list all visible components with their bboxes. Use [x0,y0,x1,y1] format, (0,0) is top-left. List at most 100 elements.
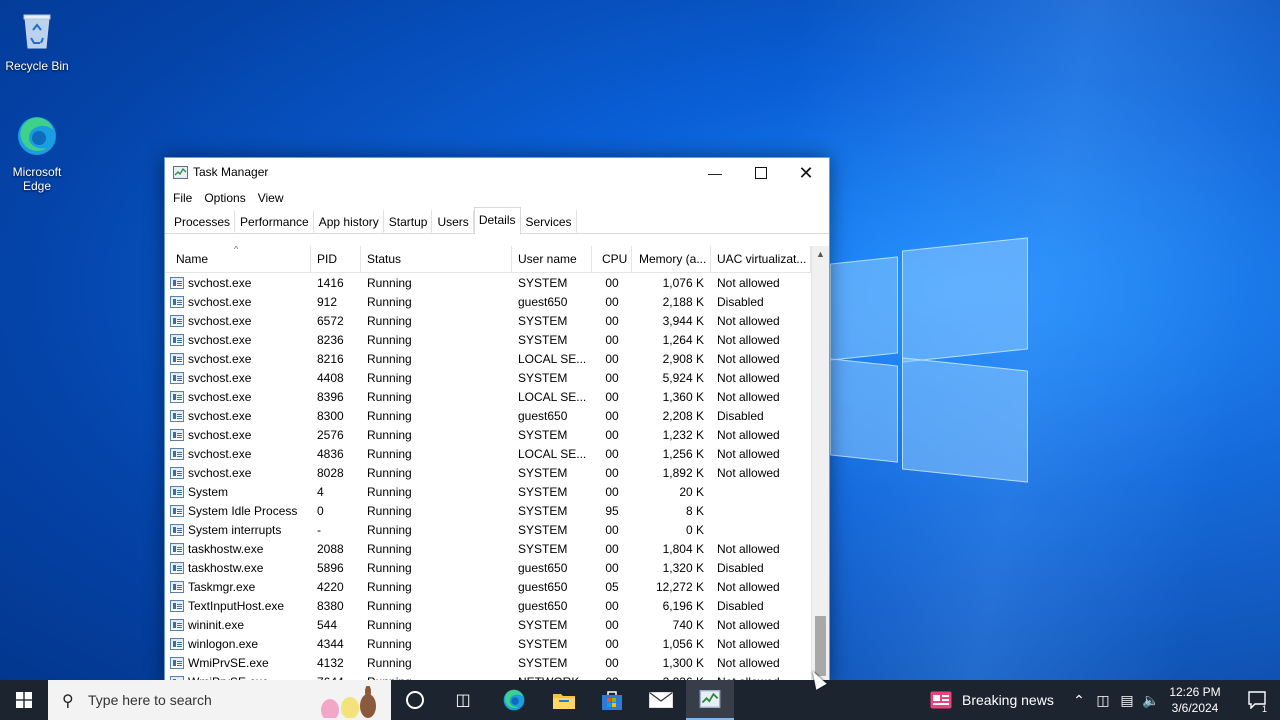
close-button[interactable]: ✕ [783,158,829,188]
scrollbar-thumb[interactable] [815,616,826,676]
table-row[interactable]: svchost.exe 8300 Running guest650 00 2,208 K D… [165,406,811,425]
table-row[interactable]: svchost.exe 6572 Running SYSTEM 00 3,944 K Not… [165,311,811,330]
process-memory: 1,300 K [662,655,704,670]
table-row[interactable]: svchost.exe 8028 Running SYSTEM 00 1,892 K Not… [165,463,811,482]
process-name: svchost.exe [165,295,311,309]
column-header-pid[interactable]: PID [311,246,361,272]
column-header-user-name[interactable]: User name [512,246,592,272]
process-uac: Not allowed [717,617,780,632]
table-row[interactable]: System interrupts - Running SYSTEM 00 0 K [165,520,811,539]
taskbar-task-manager-button[interactable] [686,680,734,720]
process-uac: Not allowed [717,446,780,461]
process-icon [170,485,184,498]
desktop-icon-recycle-bin[interactable]: Recycle Bin [0,8,74,73]
process-status: Running [367,408,412,423]
column-header-status[interactable]: Status [361,246,512,272]
process-user: SYSTEM [518,313,568,328]
tray-network[interactable]: ▤ [1116,680,1138,720]
tab-performance[interactable]: Performance [235,210,314,233]
process-memory: 1,076 K [662,275,704,290]
tray-volume[interactable]: 🔈 [1140,680,1162,720]
table-row[interactable]: svchost.exe 1416 Running SYSTEM 00 1,076 K Not… [165,273,811,292]
notification-count: 1 [1262,704,1268,714]
process-memory: 740 K [672,617,704,632]
tab-details[interactable]: Details [473,207,521,235]
taskbar-edge-button[interactable] [490,680,538,720]
process-status: Running [367,389,412,404]
process-name: taskhostw.exe [165,542,311,556]
table-row[interactable]: svchost.exe 912 Running guest650 00 2,188 K Di… [165,292,811,311]
table-row[interactable]: WmiPrvSE.exe 4132 Running SYSTEM 00 1,300 K No… [165,653,811,672]
table-row[interactable]: taskhostw.exe 5896 Running guest650 00 1,320 … [165,558,811,577]
table-row[interactable]: wininit.exe 544 Running SYSTEM 00 740 K Not al… [165,615,811,634]
process-name: wininit.exe [165,618,311,632]
process-cpu: 05 [605,579,619,594]
process-name: svchost.exe [165,447,311,461]
clock[interactable]: 12:26 PM 3/6/2024 [1162,684,1228,716]
process-memory: 2,908 K [662,351,704,366]
taskbar-file-explorer-button[interactable] [540,680,588,720]
title-bar[interactable]: Task Manager — ✕ [165,158,829,188]
tab-app-history[interactable]: App history [314,210,384,233]
process-pid: 4836 [317,446,344,461]
column-header-cpu[interactable]: CPU [592,246,632,272]
notification-center-button[interactable]: 1 [1234,680,1280,720]
tab-users[interactable]: Users [432,210,474,233]
tray-meet-now[interactable]: ◫ [1092,680,1114,720]
process-cpu: 00 [605,636,619,651]
process-pid: 4132 [317,655,344,670]
process-name: svchost.exe [165,314,311,328]
table-row[interactable]: svchost.exe 4836 Running LOCAL SE... 00 1,256… [165,444,811,463]
search-box[interactable]: ⚲ Type here to search [48,680,391,720]
process-memory: 0 K [685,522,704,537]
process-name: svchost.exe [165,390,311,404]
process-pid: 4 [317,484,324,499]
task-manager-icon [173,166,188,179]
table-row[interactable]: taskhostw.exe 2088 Running SYSTEM 00 1,804 K N… [165,539,811,558]
edge-icon [503,689,525,711]
table-row[interactable]: winlogon.exe 4344 Running SYSTEM 00 1,056 K No… [165,634,811,653]
table-row[interactable]: svchost.exe 8216 Running LOCAL SE... 00 2,908… [165,349,811,368]
process-name-text: System Idle Process [188,503,298,518]
table-row[interactable]: Taskmgr.exe 4220 Running guest650 05 12,272 K… [165,577,811,596]
menu-file[interactable]: File [167,188,198,210]
cortana-button[interactable] [391,680,439,720]
desktop-icon-edge[interactable]: Microsoft Edge [0,114,74,193]
table-row[interactable]: svchost.exe 8236 Running SYSTEM 00 1,264 K Not… [165,330,811,349]
table-row[interactable]: System 4 Running SYSTEM 00 20 K [165,482,811,501]
menu-view[interactable]: View [252,188,290,210]
details-table: ^ Name PID Status User name CPU Memory (… [165,246,811,682]
process-memory: 12,272 K [655,579,704,594]
tab-services[interactable]: Services [521,210,577,233]
table-row[interactable]: TextInputHost.exe 8380 Running guest650 00 6,… [165,596,811,615]
process-user: LOCAL SE... [518,446,587,461]
tab-processes[interactable]: Processes [169,210,236,233]
minimize-button[interactable]: — [692,158,738,188]
search-icon: ⚲ [62,693,74,710]
process-status: Running [367,484,412,499]
task-view-button[interactable]: ◫ [439,680,487,720]
table-row[interactable]: svchost.exe 8396 Running LOCAL SE... 00 1,360… [165,387,811,406]
process-cpu: 00 [605,332,619,347]
show-hidden-icons-button[interactable]: ⌃ [1068,680,1090,720]
tab-startup[interactable]: Startup [384,210,433,233]
maximize-button[interactable] [738,158,784,188]
taskbar-store-button[interactable] [588,680,636,720]
process-status: Running [367,446,412,461]
start-button[interactable] [0,680,48,720]
news-widget[interactable]: Breaking news [930,680,1054,720]
process-name-text: svchost.exe [188,294,252,309]
process-icon [170,371,184,384]
tab-strip: Processes Performance App history Startu… [165,207,829,235]
column-header-uac-virtualization[interactable]: UAC virtualizat... [711,246,811,272]
taskbar-mail-button[interactable] [637,680,685,720]
table-row[interactable]: svchost.exe 2576 Running SYSTEM 00 1,232 K Not… [165,425,811,444]
menu-options[interactable]: Options [198,188,251,210]
table-row[interactable]: svchost.exe 4408 Running SYSTEM 00 5,924 K Not… [165,368,811,387]
column-header-memory[interactable]: Memory (a... [632,246,711,272]
scroll-up-arrow-icon[interactable]: ▲ [812,246,829,263]
vertical-scrollbar[interactable]: ▲ [811,246,829,682]
table-row[interactable]: System Idle Process 0 Running SYSTEM 95 8 K [165,501,811,520]
process-status: Running [367,617,412,632]
process-user: LOCAL SE... [518,351,587,366]
